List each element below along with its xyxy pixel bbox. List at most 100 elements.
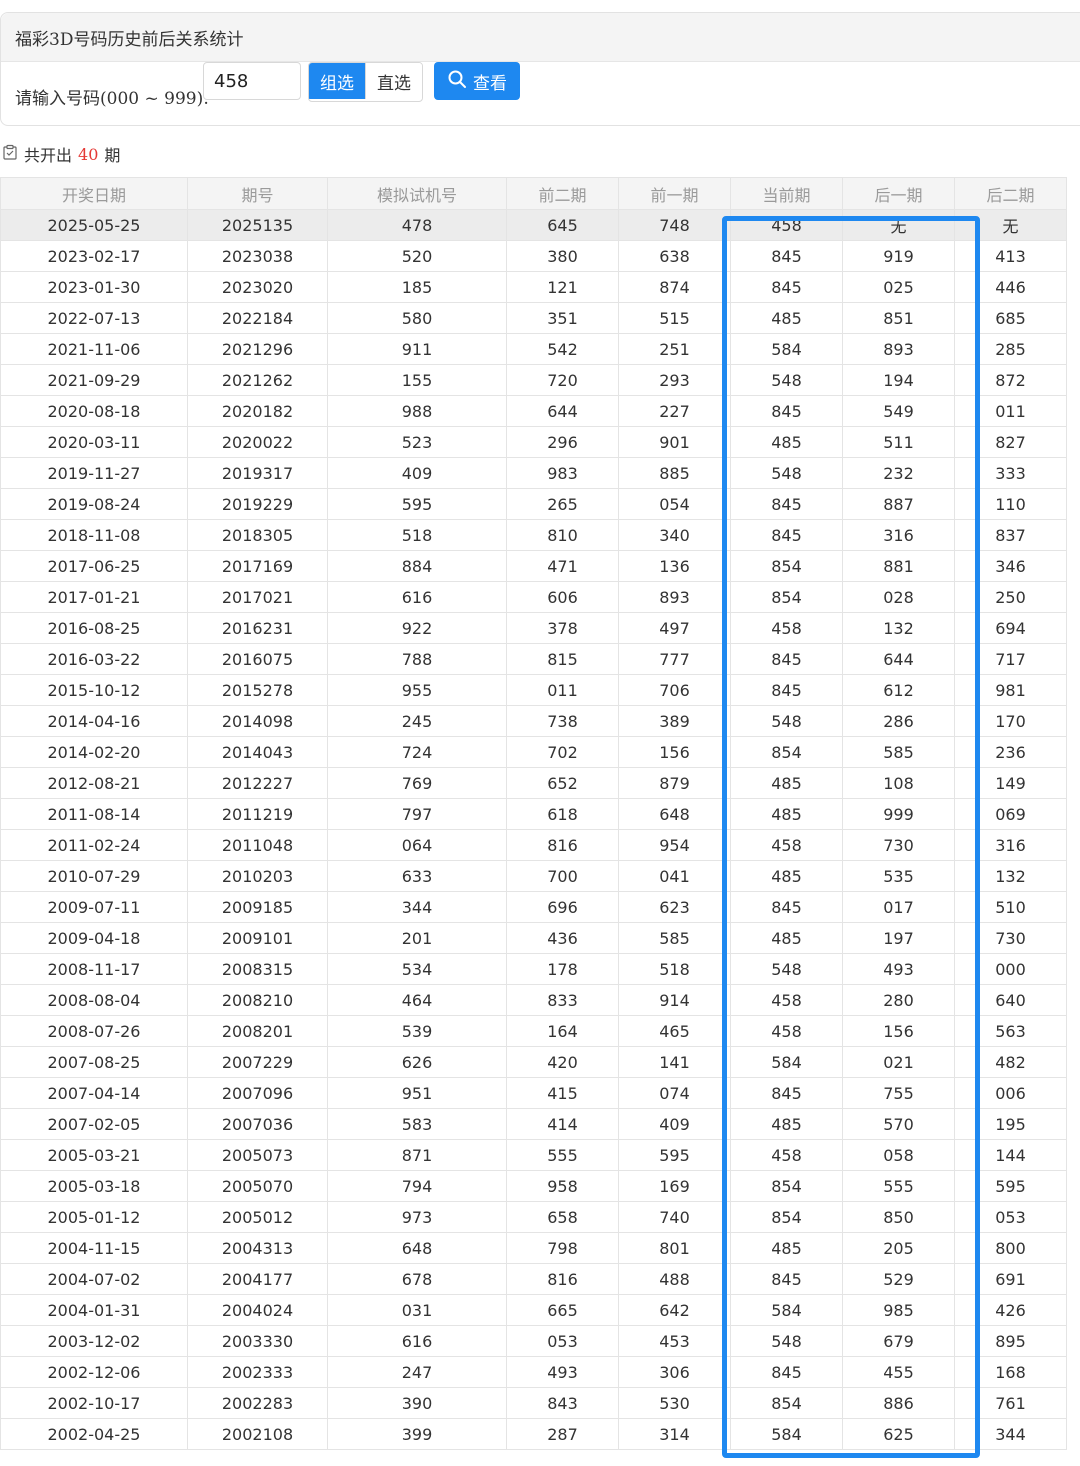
table-cell: 458	[730, 829, 843, 861]
column-header[interactable]: 前一期	[618, 177, 731, 210]
table-row[interactable]: 2017-01-21 2017021 616 606 893 854 028 250	[0, 581, 1067, 613]
panel-title: 福彩3D号码历史前后关系统计	[1, 13, 1080, 62]
table-cell: 414	[506, 1108, 619, 1140]
table-row[interactable]: 2005-03-21 2005073 871 555 595 458 058 144	[0, 1139, 1067, 1171]
table-row[interactable]: 2019-11-27 2019317 409 983 885 548 232 333	[0, 457, 1067, 489]
table-cell: 658	[506, 1201, 619, 1233]
group-mode-button[interactable]: 组选	[309, 63, 365, 99]
table-cell: 280	[842, 984, 955, 1016]
table-row[interactable]: 2002-04-25 2002108 399 287 314 584 625 344	[0, 1418, 1067, 1450]
table-cell: 2021-09-29	[0, 364, 188, 396]
table-row[interactable]: 2008-07-26 2008201 539 164 465 458 156 563	[0, 1015, 1067, 1047]
table-row[interactable]: 2018-11-08 2018305 518 810 340 845 316 837	[0, 519, 1067, 551]
table-cell: 436	[506, 922, 619, 954]
table-cell: 616	[327, 1325, 507, 1357]
table-row[interactable]: 2021-11-06 2021296 911 542 251 584 893 285	[0, 333, 1067, 365]
table-row[interactable]: 2016-03-22 2016075 788 815 777 845 644 717	[0, 643, 1067, 675]
table-row[interactable]: 2025-05-25 2025135 478 645 748 458 无无	[0, 209, 1067, 241]
table-cell: 638	[618, 240, 731, 272]
table-row[interactable]: 2007-04-14 2007096 951 415 074 845 755 006	[0, 1077, 1067, 1109]
table-cell: 874	[618, 271, 731, 303]
table-cell: 2011-02-24	[0, 829, 188, 861]
search-icon	[447, 69, 467, 94]
table-row[interactable]: 2004-01-31 2004024 031 665 642 584 985 426	[0, 1294, 1067, 1326]
table-cell: 777	[618, 643, 731, 675]
column-header[interactable]: 开奖日期	[0, 177, 188, 210]
table-cell: 485	[730, 302, 843, 334]
table-row[interactable]: 2022-07-13 2022184 580 351 515 485 851 685	[0, 302, 1067, 334]
column-header[interactable]: 当前期	[730, 177, 843, 210]
column-header[interactable]: 后二期	[954, 177, 1067, 210]
table-cell: 2008-08-04	[0, 984, 188, 1016]
table-row[interactable]: 2008-11-17 2008315 534 178 518 548 493 000	[0, 953, 1067, 985]
column-header[interactable]: 模拟试机号	[327, 177, 507, 210]
table-cell: 265	[506, 488, 619, 520]
table-cell: 755	[842, 1077, 955, 1109]
table-cell: 981	[954, 674, 1067, 706]
table-row[interactable]: 2020-08-18 2020182 988 644 227 845 549 011	[0, 395, 1067, 427]
table-cell: 845	[730, 395, 843, 427]
table-cell: 2018-11-08	[0, 519, 188, 551]
table-cell: 845	[730, 519, 843, 551]
table-row[interactable]: 2015-10-12 2015278 955 011 706 845 612 981	[0, 674, 1067, 706]
search-button[interactable]: 查看	[434, 62, 520, 100]
table-row[interactable]: 2017-06-25 2017169 884 471 136 854 881 346	[0, 550, 1067, 582]
table-cell: 493	[842, 953, 955, 985]
table-cell: 973	[327, 1201, 507, 1233]
table-row[interactable]: 2023-01-30 2023020 185 121 874 845 025 446	[0, 271, 1067, 303]
column-header[interactable]: 期号	[187, 177, 328, 210]
table-row[interactable]: 2016-08-25 2016231 922 378 497 458 132 694	[0, 612, 1067, 644]
table-row[interactable]: 2014-04-16 2014098 245 738 389 548 286 170	[0, 705, 1067, 737]
table-row[interactable]: 2020-03-11 2020022 523 296 901 485 511 827	[0, 426, 1067, 458]
table-row[interactable]: 2003-12-02 2003330 616 053 453 548 679 895	[0, 1325, 1067, 1357]
table-cell: 205	[842, 1232, 955, 1264]
table-row[interactable]: 2004-07-02 2004177 678 816 488 845 529 691	[0, 1263, 1067, 1295]
table-cell: 648	[327, 1232, 507, 1264]
table-cell: 816	[506, 1263, 619, 1295]
table-cell: 493	[506, 1356, 619, 1388]
table-cell: 761	[954, 1387, 1067, 1419]
table-row[interactable]: 2005-01-12 2005012 973 658 740 854 850 053	[0, 1201, 1067, 1233]
table-cell: 2009-07-11	[0, 891, 188, 923]
table-cell: 149	[954, 767, 1067, 799]
table-row[interactable]: 2011-02-24 2011048 064 816 954 458 730 316	[0, 829, 1067, 861]
column-header[interactable]: 前二期	[506, 177, 619, 210]
table-cell: 901	[618, 426, 731, 458]
table-cell: 2020-03-11	[0, 426, 188, 458]
table-row[interactable]: 2004-11-15 2004313 648 798 801 485 205 800	[0, 1232, 1067, 1264]
table-row[interactable]: 2019-08-24 2019229 595 265 054 845 887 110	[0, 488, 1067, 520]
table-row[interactable]: 2007-02-05 2007036 583 414 409 485 570 195	[0, 1108, 1067, 1140]
table-row[interactable]: 2005-03-18 2005070 794 958 169 854 555 595	[0, 1170, 1067, 1202]
number-input[interactable]	[203, 62, 301, 100]
table-row[interactable]: 2002-10-17 2002283 390 843 530 854 886 761	[0, 1387, 1067, 1419]
table-cell: 054	[618, 488, 731, 520]
table-row[interactable]: 2010-07-29 2010203 633 700 041 485 535 132	[0, 860, 1067, 892]
table-row[interactable]: 2002-12-06 2002333 247 493 306 845 455 168	[0, 1356, 1067, 1388]
table-row[interactable]: 2009-07-11 2009185 344 696 623 845 017 510	[0, 891, 1067, 923]
table-cell: 951	[327, 1077, 507, 1109]
table-cell: 286	[842, 705, 955, 737]
table-cell: 985	[842, 1294, 955, 1326]
table-cell: 548	[730, 364, 843, 396]
table-cell: 815	[506, 643, 619, 675]
table-row[interactable]: 2012-08-21 2012227 769 652 879 485 108 149	[0, 767, 1067, 799]
table-cell: 420	[506, 1046, 619, 1078]
table-row[interactable]: 2021-09-29 2021262 155 720 293 548 194 872	[0, 364, 1067, 396]
table-row[interactable]: 2014-02-20 2014043 724 702 156 854 585 236	[0, 736, 1067, 768]
table-row[interactable]: 2011-08-14 2011219 797 618 648 485 999 069	[0, 798, 1067, 830]
direct-mode-button[interactable]: 直选	[365, 63, 422, 99]
table-row[interactable]: 2007-08-25 2007229 626 420 141 584 021 482	[0, 1046, 1067, 1078]
table-row[interactable]: 2023-02-17 2023038 520 380 638 845 919 413	[0, 240, 1067, 272]
column-header[interactable]: 后一期	[842, 177, 955, 210]
table-cell: 612	[842, 674, 955, 706]
table-cell: 2016-08-25	[0, 612, 188, 644]
table-cell: 041	[618, 860, 731, 892]
table-cell: 511	[842, 426, 955, 458]
table-row[interactable]: 2008-08-04 2008210 464 833 914 458 280 640	[0, 984, 1067, 1016]
table-cell: 797	[327, 798, 507, 830]
table-cell: 958	[506, 1170, 619, 1202]
table-cell: 724	[327, 736, 507, 768]
table-row[interactable]: 2009-04-18 2009101 201 436 585 485 197 730	[0, 922, 1067, 954]
table-cell: 2007-04-14	[0, 1077, 188, 1109]
table-cell: 141	[618, 1046, 731, 1078]
